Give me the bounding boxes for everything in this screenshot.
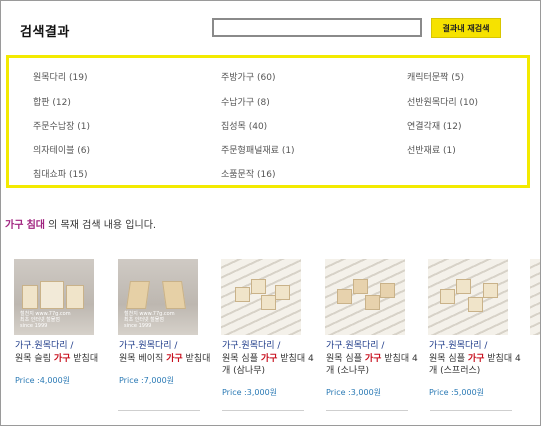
- category-item[interactable]: 주방가구 (60): [221, 70, 275, 83]
- category-item[interactable]: 소품문작 (16): [221, 167, 275, 180]
- product-price: Price :3,000원: [326, 388, 382, 397]
- category-item[interactable]: 의자테이블 (6): [33, 143, 90, 156]
- product-price: Price :4,000원: [15, 376, 71, 385]
- category-item[interactable]: 주문수납장 (1): [33, 119, 90, 132]
- divider: [222, 410, 304, 411]
- keyword: 침대: [26, 220, 45, 231]
- product-card: 가구.원목다리 / 원목 심플 가구 받침대 4개 (소나무) Price :3…: [321, 259, 418, 398]
- product-card-partial: [528, 259, 540, 335]
- product-category-link[interactable]: 가구.원목다리 /: [326, 340, 413, 352]
- product-card: 철천지 www.77g.com 최초 인터넷 철물점 since 1999 가구.원…: [10, 259, 102, 386]
- category-item[interactable]: 연결각재 (12): [407, 119, 461, 132]
- product-name[interactable]: 원목 심플 가구 받침대 4개 (스프러스): [429, 353, 521, 377]
- product-watermark: 철천지 www.77g.com 최초 인터넷 철물점 since 1999: [124, 311, 175, 329]
- category-item[interactable]: 주문형패널재료 (1): [221, 143, 295, 156]
- category-item[interactable]: 캐릭터문짝 (5): [407, 70, 464, 83]
- product-name[interactable]: 원목 심플 가구 받침대 4개 (삼나무): [222, 353, 314, 377]
- page-title: 검색결과: [20, 25, 70, 40]
- product-name[interactable]: 원목 심플 가구 받침대 4개 (소나무): [326, 353, 418, 377]
- category-item[interactable]: 선반재료 (1): [407, 143, 456, 156]
- category-box: 원목다리 (19) 주방가구 (60) 캐릭터문짝 (5) 합판 (12) 수납…: [6, 55, 530, 188]
- search-input[interactable]: [212, 18, 422, 37]
- category-item[interactable]: 수납가구 (8): [221, 95, 270, 108]
- product-category-link[interactable]: 가구.원목다리 /: [222, 340, 309, 352]
- product-card: 철천지 www.77g.com 최초 인터넷 철물점 since 1999 가구.원…: [114, 259, 210, 386]
- product-card: 가구.원목다리 / 원목 심플 가구 받침대 4개 (삼나무) Price :3…: [217, 259, 314, 398]
- result-info-text: 의 목재 검색 내용 입니다.: [45, 220, 157, 231]
- product-price: Price :3,000원: [222, 388, 278, 397]
- category-item[interactable]: 합판 (12): [33, 95, 71, 108]
- result-info: 가구 침대 의 목재 검색 내용 입니다.: [5, 216, 156, 231]
- keyword: 가구: [5, 220, 24, 231]
- category-item[interactable]: 침대쇼파 (15): [33, 167, 87, 180]
- product-price: Price :5,000원: [429, 388, 485, 397]
- divider: [326, 410, 408, 411]
- product-thumbnail[interactable]: 철천지 www.77g.com 최초 인터넷 철물점 since 1999: [118, 259, 198, 335]
- product-thumbnail[interactable]: [428, 259, 508, 335]
- category-item[interactable]: 선반원목다리 (10): [407, 95, 478, 108]
- category-item[interactable]: 원목다리 (19): [33, 70, 87, 83]
- product-category-link[interactable]: 가구.원목다리 /: [429, 340, 516, 352]
- divider: [430, 410, 512, 411]
- category-item[interactable]: 집성목 (40): [221, 119, 267, 132]
- product-price: Price :7,000원: [119, 376, 175, 385]
- research-button[interactable]: 결과내 재검색: [431, 18, 501, 38]
- product-thumbnail[interactable]: [325, 259, 405, 335]
- product-category-link[interactable]: 가구.원목다리 /: [119, 340, 206, 352]
- product-watermark: 철천지 www.77g.com 최초 인터넷 철물점 since 1999: [20, 311, 71, 329]
- product-thumbnail[interactable]: [221, 259, 301, 335]
- product-name[interactable]: 원목 슬림 가구 받침대: [15, 353, 107, 365]
- product-thumbnail[interactable]: [530, 259, 540, 335]
- product-category-link[interactable]: 가구.원목다리 /: [15, 340, 102, 352]
- product-thumbnail[interactable]: 철천지 www.77g.com 최초 인터넷 철물점 since 1999: [14, 259, 94, 335]
- divider: [118, 410, 200, 411]
- product-card: 가구.원목다리 / 원목 심플 가구 받침대 4개 (스프러스) Price :…: [424, 259, 521, 398]
- product-name[interactable]: 원목 베이직 가구 받침대: [119, 353, 211, 365]
